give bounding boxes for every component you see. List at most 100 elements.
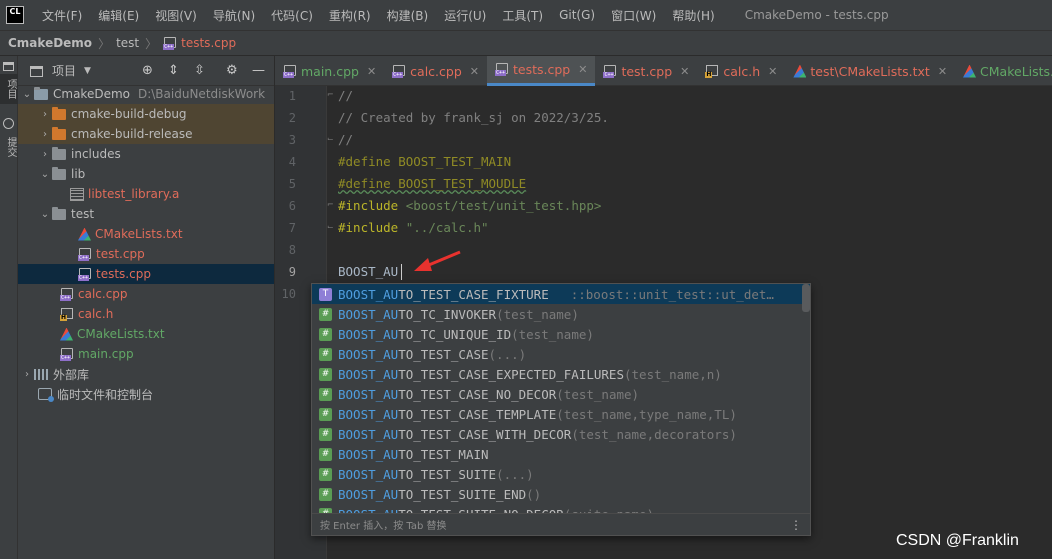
tree-label: libtest_library.a [88,187,180,201]
chevron-down-icon[interactable]: ▼ [84,66,91,76]
menu-tools[interactable]: 工具(T) [494,7,551,24]
menu-code[interactable]: 代码(C) [263,7,321,24]
tree-row-root[interactable]: ⌄ CmakeDemo D:\BaiduNetdiskWork [18,84,274,104]
menu-window[interactable]: 窗口(W) [603,7,664,24]
menu-help[interactable]: 帮助(H) [664,7,722,24]
tree-row[interactable]: CMakeLists.txt [18,324,274,344]
popup-scrollbar[interactable] [802,284,810,312]
chevron-right-icon[interactable]: › [38,129,52,140]
line-number: 8 [288,243,296,257]
tree-row[interactable]: CMakeLists.txt [18,224,274,244]
tree-row[interactable]: main.cpp [18,344,274,364]
breadcrumb-project[interactable]: CmakeDemo [8,36,92,50]
completion-item[interactable]: # BOOST_AU TO_TEST_CASE_TEMPLATE (test_nam… [312,404,810,424]
hide-panel-icon[interactable]: — [252,63,265,78]
tab-tests-cpp[interactable]: tests.cpp ✕ [486,56,596,86]
line-number: 1 [288,89,296,103]
include-directive: #include [338,198,399,213]
close-icon[interactable]: ✕ [768,65,777,78]
cpp-file-icon [163,36,177,50]
fold-marker-icon[interactable]: ⌙ [327,222,337,232]
tab-calc-cpp[interactable]: calc.cpp ✕ [384,56,487,86]
tab-cmakelists[interactable]: CMakeLists.txt [955,56,1052,86]
breadcrumb-folder[interactable]: test [116,36,139,50]
tab-main-cpp[interactable]: main.cpp ✕ [275,56,384,86]
completion-item[interactable]: # BOOST_AU TO_TEST_CASE_WITH_DECOR (test_n… [312,424,810,444]
completion-item[interactable]: # BOOST_AU TO_TEST_SUITE (...) [312,464,810,484]
tab-test-cmakelists[interactable]: test\CMakeLists.txt ✕ [785,56,955,86]
menu-run[interactable]: 运行(U) [436,7,494,24]
menu-edit[interactable]: 编辑(E) [90,7,147,24]
menu-navigate[interactable]: 导航(N) [205,7,263,24]
tree-row[interactable]: › cmake-build-debug [18,104,274,124]
more-options-icon[interactable]: ⋮ [790,518,802,532]
expand-all-icon[interactable]: ⇕ [168,63,179,78]
line-number: 7 [288,221,296,235]
project-panel-title[interactable]: 项目 [52,62,76,79]
tree-row[interactable]: 临时文件和控制台 [18,384,274,404]
completion-item[interactable]: # BOOST_AU TO_TEST_MAIN [312,444,810,464]
menu-build[interactable]: 构建(B) [379,7,437,24]
menu-refactor[interactable]: 重构(R) [321,7,379,24]
chevron-right-icon[interactable]: › [38,149,52,160]
tree-row[interactable]: › includes [18,144,274,164]
line-number: 10 [281,287,296,301]
macro-kind-icon: # [319,427,332,441]
tree-row[interactable]: test.cpp [18,244,274,264]
fold-marker-icon[interactable]: ⌙ [327,134,337,144]
completion-signature: (test_name) [511,326,594,342]
tab-label: calc.cpp [410,63,462,79]
tree-label: CMakeLists.txt [77,327,165,341]
tree-row[interactable]: › 外部库 [18,364,274,384]
tree-label: 临时文件和控制台 [57,387,154,402]
chevron-right-icon[interactable]: › [20,369,34,380]
tree-row[interactable]: calc.h [18,304,274,324]
cpp-file-icon [494,63,509,76]
tab-test-cpp[interactable]: test.cpp ✕ [595,56,697,86]
gear-icon[interactable]: ⚙ [226,63,238,78]
watermark: CSDN @Franklin [896,532,1019,549]
tree-row-selected[interactable]: tests.cpp [18,264,274,284]
tree-row[interactable]: › cmake-build-release [18,124,274,144]
tree-row[interactable]: calc.cpp [18,284,274,304]
completion-item[interactable]: # BOOST_AU TO_TEST_CASE_NO_DECOR (test_nam… [312,384,810,404]
menu-view[interactable]: 视图(V) [147,7,205,24]
project-panel-header: 项目 ▼ ⊕ ⇕ ⇳ ⚙ — [18,56,274,86]
tree-row[interactable]: ⌄ test [18,204,274,224]
close-icon[interactable]: ✕ [367,65,376,78]
tree-row[interactable]: ⌄ lib [18,164,274,184]
fold-marker-icon[interactable]: ⌐ [327,90,337,100]
completion-item-selected[interactable]: T BOOST_AU TO_TEST_CASE_FIXTURE ::boost::… [312,284,810,304]
completion-item[interactable]: # BOOST_AU TO_TC_UNIQUE_ID (test_name) [312,324,810,344]
completion-signature: (test_name,type_name,TL) [556,406,737,422]
code-line-1: // [338,88,354,103]
commit-icon [3,118,14,129]
tree-row[interactable]: libtest_library.a [18,184,274,204]
locate-file-icon[interactable]: ⊕ [142,63,153,78]
chevron-down-icon[interactable]: ⌄ [38,169,52,180]
chevron-down-icon[interactable]: ⌄ [38,209,52,220]
fold-marker-icon[interactable]: ⌐ [327,200,337,210]
close-icon[interactable]: ✕ [578,63,587,76]
tab-calc-h[interactable]: calc.h ✕ [697,56,785,86]
chevron-right-icon[interactable]: › [38,109,52,120]
close-icon[interactable]: ✕ [938,65,947,78]
tool-tab-commit[interactable]: 提交 [0,132,18,162]
chevron-down-icon[interactable]: ⌄ [20,89,34,100]
cmake-icon [963,64,977,78]
code-completion-popup[interactable]: T BOOST_AU TO_TEST_CASE_FIXTURE ::boost::… [311,283,811,536]
collapse-all-icon[interactable]: ⇳ [194,63,205,78]
breadcrumb-file[interactable]: tests.cpp [181,36,236,50]
completion-rest: TO_TEST_CASE [398,346,489,362]
close-icon[interactable]: ✕ [680,65,689,78]
completion-item[interactable]: # BOOST_AU TO_TEST_SUITE_END() [312,484,810,504]
completion-item[interactable]: # BOOST_AU TO_TEST_CASE (...) [312,344,810,364]
completion-item[interactable]: # BOOST_AU TO_TEST_CASE_EXPECTED_FAILURES… [312,364,810,384]
completion-item[interactable]: # BOOST_AU TO_TC_INVOKER (test_name) [312,304,810,324]
menu-file[interactable]: 文件(F) [34,7,90,24]
menu-git[interactable]: Git(G) [551,8,603,22]
close-icon[interactable]: ✕ [470,65,479,78]
excluded-folder-icon [52,106,66,120]
macro-kind-icon: # [319,487,332,501]
tool-tab-project[interactable]: 项目 [0,74,18,104]
